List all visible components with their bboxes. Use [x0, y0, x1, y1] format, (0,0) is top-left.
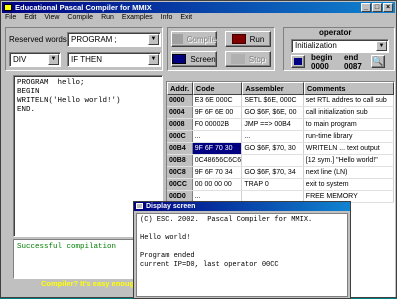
minimize-button[interactable]: _ — [361, 3, 371, 12]
cell-code: ... — [193, 131, 243, 142]
display-screen-output: (C) ESC. 2002. Pascal Compiler for MMIX.… — [136, 213, 348, 297]
cell-assembler: JMP ==> 00B4 — [242, 119, 304, 130]
table-row[interactable]: 00C8 9F 6F 70 34 GO $6F, $70, 34 next li… — [167, 167, 394, 179]
run-button[interactable]: Run — [225, 31, 271, 47]
app-icon — [4, 4, 12, 11]
if-then-value: IF THEN — [71, 55, 102, 64]
search-button[interactable]: 🔍 — [371, 55, 385, 68]
compile-icon — [172, 34, 183, 44]
menu-exit[interactable]: Exit — [180, 13, 192, 22]
operator-label: operator — [319, 28, 352, 37]
chevron-down-icon[interactable]: ▼ — [48, 54, 59, 65]
cell-comment: WRITELN ... text output — [304, 143, 394, 154]
maximize-button[interactable]: □ — [372, 3, 382, 12]
chevron-down-icon[interactable]: ▼ — [148, 54, 159, 65]
chevron-down-icon[interactable]: ▼ — [376, 41, 387, 51]
screen-button[interactable]: Screen — [171, 51, 217, 67]
table-row[interactable]: 0004 9F 6F 6E 00 GO $6F, $6E, 00 call in… — [167, 107, 394, 119]
slogan-text: Compiler? It's easy enough! — [41, 279, 142, 288]
grid-icon — [294, 58, 302, 65]
header-addr[interactable]: Addr. — [167, 82, 193, 95]
cell-addr: 0004 — [167, 107, 193, 118]
operator-go-button[interactable] — [291, 55, 305, 68]
header-comments[interactable]: Comments — [303, 82, 394, 95]
div-value: DIV — [13, 55, 27, 64]
compile-button[interactable]: Compile — [171, 31, 217, 47]
menu-file[interactable]: File — [5, 13, 16, 22]
cell-comment: to main program — [304, 119, 394, 130]
cell-code: F0 00002B — [193, 119, 243, 130]
operator-value: Initialization — [295, 41, 337, 50]
cell-code: 9F 6F 70 34 — [193, 167, 243, 178]
cell-comment: exit to system — [304, 179, 394, 190]
menu-bar: File Edit View Compile Run Examples Info… — [2, 13, 395, 22]
menu-examples[interactable]: Examples — [122, 13, 153, 22]
operator-select[interactable]: Initialization ▼ — [291, 39, 389, 53]
cell-addr: 00B8 — [167, 155, 193, 166]
table-row[interactable]: 0000 E3 6E 000C SETL $6E, 000C set RTL a… — [167, 95, 394, 107]
reserved-words-value: PROGRAM ; — [71, 35, 117, 44]
cell-code: 9F 6F 70 30 — [192, 143, 243, 154]
display-icon — [136, 203, 143, 209]
cell-addr: 00B4 — [167, 143, 193, 154]
cell-code: 9F 6F 6E 00 — [193, 107, 243, 118]
close-button[interactable]: × — [383, 3, 393, 12]
chevron-down-icon[interactable]: ▼ — [148, 34, 159, 45]
end-label: end — [344, 53, 359, 62]
begin-label: begin — [311, 53, 333, 62]
cell-code: E3 6E 000C — [193, 95, 243, 106]
cell-comment: set RTL addres to call sub — [304, 95, 394, 106]
end-value: 0087 — [344, 62, 362, 71]
menu-compile[interactable]: Compile — [67, 13, 93, 22]
stop-button[interactable]: Stop — [225, 51, 271, 67]
window-title: Educational Pascal Compiler for MMIX — [15, 3, 152, 12]
cell-comment: call initialization sub — [304, 107, 394, 118]
screen-icon — [172, 54, 187, 64]
menu-edit[interactable]: Edit — [24, 13, 36, 22]
search-icon: 🔍 — [372, 56, 384, 66]
cell-assembler: GO $6F, $6E, 00 — [242, 107, 304, 118]
cell-code: 0C48656C6C6 — [194, 155, 243, 166]
cell-assembler: GO $6F, $70, 34 — [242, 167, 304, 178]
cell-addr: 00CC — [167, 179, 193, 190]
table-row-selected[interactable]: 00B4 9F 6F 70 30 GO $6F, $70, 30 WRITELN… — [167, 143, 394, 155]
cell-assembler: ... — [242, 131, 304, 142]
reserved-words-label: Reserved words: — [9, 35, 70, 44]
table-row[interactable]: 0008 F0 00002B JMP ==> 00B4 to main prog… — [167, 119, 394, 131]
cell-assembler — [242, 155, 304, 166]
cell-addr: 00C8 — [167, 167, 193, 178]
menu-info[interactable]: Info — [161, 13, 173, 22]
table-row[interactable]: 00CC 00 00 00 00 TRAP 0 exit to system — [167, 179, 394, 191]
run-icon — [231, 34, 246, 44]
cell-addr: 0008 — [167, 119, 193, 130]
begin-value: 0000 — [311, 62, 329, 71]
cell-assembler: TRAP 0 — [242, 179, 304, 190]
cell-comment: next line (LN) — [304, 167, 394, 178]
if-then-select[interactable]: IF THEN ▼ — [67, 52, 161, 67]
cell-addr: 0000 — [167, 95, 193, 106]
cell-assembler: GO $6F, $70, 30 — [242, 143, 304, 154]
table-row[interactable]: 000C ... ... run-time library — [167, 131, 394, 143]
table-row[interactable]: 00B8 0C48656C6C6 [12 sym.] "Hello world!… — [167, 155, 394, 167]
main-window: Educational Pascal Compiler for MMIX _ □… — [0, 0, 397, 299]
cell-assembler: SETL $6E, 000C — [242, 95, 304, 106]
div-select[interactable]: DIV ▼ — [9, 52, 61, 67]
table-header: Addr. Code Assembler Comments — [167, 82, 394, 95]
cell-comment: run-time library — [304, 131, 394, 142]
reserved-words-select[interactable]: PROGRAM ; ▼ — [67, 32, 161, 47]
display-screen-title: Display screen — [146, 203, 196, 210]
header-assembler[interactable]: Assembler — [242, 82, 304, 95]
cell-addr: 000C — [167, 131, 193, 142]
title-bar: Educational Pascal Compiler for MMIX _ □… — [2, 2, 395, 13]
stop-icon — [230, 54, 245, 64]
menu-view[interactable]: View — [44, 13, 59, 22]
display-screen-window: Display screen (C) ESC. 2002. Pascal Com… — [133, 201, 351, 299]
cell-code: 00 00 00 00 — [193, 179, 243, 190]
cell-comment: [12 sym.] "Hello world!" — [304, 155, 394, 166]
header-code[interactable]: Code — [192, 82, 243, 95]
display-screen-title-bar[interactable]: Display screen — [134, 202, 350, 211]
menu-run[interactable]: Run — [101, 13, 114, 22]
